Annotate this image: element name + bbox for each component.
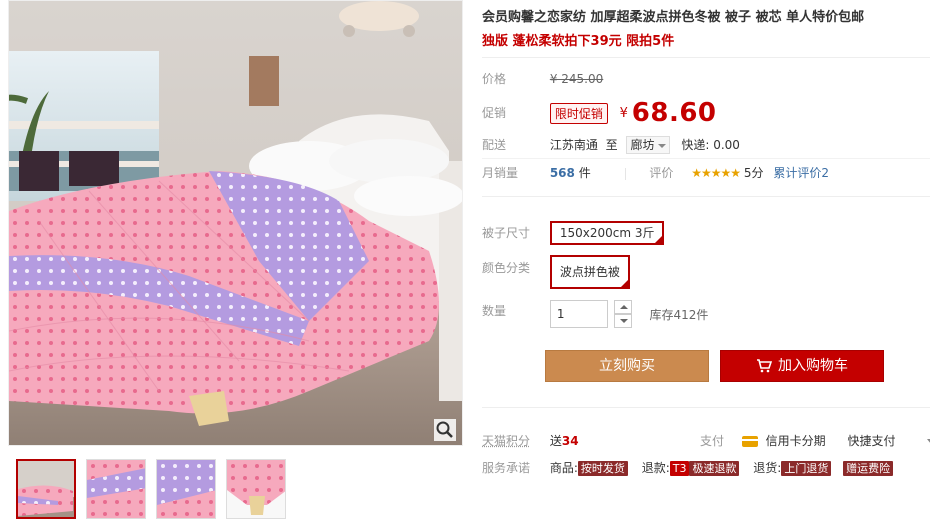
- quantity-increase-button[interactable]: [614, 300, 632, 314]
- rating-label: 评价: [649, 166, 673, 180]
- product-subtitle: 独版 蓬松柔软拍下39元 限拍5件: [482, 30, 674, 49]
- points-prefix: 送: [550, 434, 562, 448]
- ship-to-word: 至: [606, 138, 618, 152]
- product-info-panel: 会员购馨之恋家纺 加厚超柔波点拼色冬被 被子 被芯 单人特价包邮 独版 蓬松柔软…: [482, 0, 930, 521]
- chevron-down-icon: [620, 319, 628, 323]
- currency-symbol: ¥: [620, 106, 628, 121]
- stock-count: 库存412件: [649, 308, 708, 322]
- quantity-stepper: [614, 300, 632, 328]
- zoom-icon[interactable]: [434, 419, 456, 441]
- rating-score: 5分: [744, 166, 764, 180]
- original-price-row: 价格 ¥ 245.00: [482, 70, 603, 87]
- chevron-down-icon: [658, 144, 666, 148]
- points-label: 天猫积分: [482, 432, 546, 449]
- color-label: 颜色分类: [482, 255, 546, 276]
- credit-installment[interactable]: 信用卡分期: [766, 434, 826, 448]
- svc-shipping-insurance-tag[interactable]: 赠运费险: [843, 461, 893, 476]
- sales-unit: 件: [579, 166, 591, 180]
- add-to-cart-label: 加入购物车: [778, 358, 848, 374]
- payment-label: 支付: [700, 434, 724, 448]
- city-select[interactable]: 廊坊: [626, 136, 670, 154]
- svc-return-label: 退货:: [753, 461, 781, 475]
- thumbnail-3[interactable]: [156, 459, 216, 519]
- points-value: 34: [562, 434, 579, 448]
- size-row: 被子尺寸 150x200cm 3斤: [482, 221, 664, 245]
- product-gallery: [0, 0, 466, 521]
- svc-fast-refund-tag[interactable]: 极速退款: [689, 461, 739, 476]
- buy-now-button[interactable]: 立刻购买: [545, 350, 709, 382]
- section-divider: [482, 407, 930, 408]
- cart-icon: [756, 359, 772, 373]
- divider: [482, 158, 930, 159]
- color-row: 颜色分类 波点拼色被: [482, 255, 630, 289]
- selected-tick-icon: [654, 235, 663, 244]
- quantity-input[interactable]: [550, 300, 608, 328]
- price-box: 价格 ¥ 245.00 促销 限时促销 ¥ 68.60 配送 江苏南通 至 廊坊…: [482, 57, 930, 194]
- svc-ontime-tag[interactable]: 按时发货: [578, 461, 628, 476]
- vertical-divider: [625, 168, 626, 180]
- price-label: 价格: [482, 70, 546, 87]
- monthly-sales-count: 568: [550, 166, 575, 180]
- express-fee: 快递: 0.00: [681, 138, 740, 152]
- svc-goods-label: 商品:: [550, 461, 578, 475]
- quantity-row: 数量 库存412件: [482, 300, 708, 328]
- service-label: 服务承诺: [482, 459, 546, 476]
- svc-t3-badge: T3: [670, 461, 690, 476]
- shipping-row: 配送 江苏南通 至 廊坊 快递: 0.00: [482, 136, 740, 154]
- quantity-decrease-button[interactable]: [614, 314, 632, 328]
- thumbnail-1[interactable]: [16, 459, 76, 519]
- section-divider: [482, 196, 930, 197]
- add-to-cart-button[interactable]: 加入购物车: [720, 350, 884, 382]
- promo-tag: 限时促销: [550, 103, 608, 124]
- points-row: 天猫积分 送34: [482, 432, 579, 449]
- payment-row: 支付 信用卡分期 快捷支付: [700, 432, 930, 449]
- svc-pickup-return-tag[interactable]: 上门退货: [781, 461, 831, 476]
- thumbnail-4[interactable]: [226, 459, 286, 519]
- chevron-up-icon: [620, 305, 628, 309]
- size-label: 被子尺寸: [482, 224, 546, 241]
- promo-price-row: 促销 限时促销 ¥ 68.60: [482, 98, 717, 128]
- city-value: 廊坊: [631, 138, 655, 152]
- shipping-label: 配送: [482, 136, 546, 153]
- review-count-link[interactable]: 累计评价2: [773, 166, 829, 180]
- service-row: 服务承诺 商品: 按时发货 退款: T3 极速退款 退货: 上门退货 赠运费险: [482, 459, 893, 476]
- original-price: ¥ 245.00: [550, 72, 603, 86]
- quantity-label: 数量: [482, 300, 546, 319]
- rating-stars: ★★★★★: [691, 166, 740, 180]
- size-option[interactable]: 150x200cm 3斤: [550, 221, 665, 245]
- thumbnail-strip: [16, 459, 286, 519]
- main-product-image[interactable]: [8, 0, 463, 446]
- fast-pay[interactable]: 快捷支付: [848, 434, 896, 448]
- promo-price: 68.60: [632, 98, 717, 128]
- promo-label: 促销: [482, 104, 546, 121]
- thumbnail-2[interactable]: [86, 459, 146, 519]
- size-option-text: 150x200cm 3斤: [560, 226, 655, 240]
- color-option-text: 波点拼色被: [560, 265, 620, 279]
- credit-card-icon: [742, 436, 758, 447]
- svc-refund-label: 退款:: [642, 461, 670, 475]
- color-option[interactable]: 波点拼色被: [550, 255, 630, 289]
- product-title: 会员购馨之恋家纺 加厚超柔波点拼色冬被 被子 被芯 单人特价包邮: [482, 6, 864, 25]
- monthly-sales-label: 月销量: [482, 164, 546, 181]
- selected-tick-icon: [620, 279, 629, 288]
- ship-from: 江苏南通: [550, 138, 598, 152]
- sales-row: 月销量 568 件 评价 ★★★★★ 5分 累计评价2: [482, 164, 829, 181]
